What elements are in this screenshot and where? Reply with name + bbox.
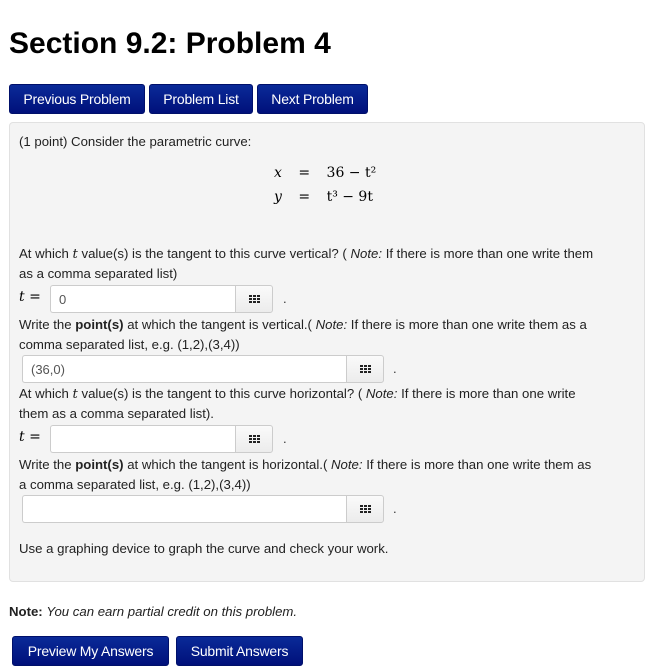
equation-y-lhs: y	[274, 189, 282, 205]
partial-credit-note: Note: You can earn partial credit on thi…	[9, 602, 297, 622]
period: .	[283, 431, 287, 446]
note-label: Note:	[365, 386, 398, 401]
question-3-text: At which t value(s) is the tangent to th…	[19, 384, 576, 405]
period: .	[393, 501, 397, 516]
answer-3-group	[50, 425, 273, 453]
equals-sign: =	[298, 165, 311, 181]
text: If there is more than one write them	[382, 246, 594, 261]
graphing-instruction: Use a graphing device to graph the curve…	[19, 541, 389, 556]
text: value(s) is the tangent to this curve ve…	[77, 246, 351, 261]
note-text: You can earn partial credit on this prob…	[46, 604, 298, 619]
text: at which the tangent is vertical.(	[123, 317, 316, 332]
text: At which	[19, 386, 73, 401]
problem-list-button[interactable]: Problem List	[149, 84, 253, 114]
question-3-text-line2: them as a comma separated list).	[19, 406, 214, 421]
text: If there is more than one write them as …	[347, 317, 587, 332]
note-label: Note:	[315, 317, 348, 332]
keypad-grid-icon	[248, 295, 260, 303]
equation-y-rhs: t³ − 9t	[326, 189, 373, 205]
keypad-grid-icon	[359, 505, 371, 513]
keypad-grid-icon	[359, 365, 371, 373]
question-1-text: At which t value(s) is the tangent to th…	[19, 244, 593, 265]
question-1-text-line2: as a comma separated list)	[19, 266, 178, 281]
text: At which	[19, 246, 73, 261]
text: value(s) is the tangent to this curve ho…	[77, 386, 366, 401]
page-title: Section 9.2: Problem 4	[9, 27, 331, 60]
equation-x-lhs: x	[274, 165, 282, 181]
keypad-grid-icon	[248, 435, 260, 443]
period: .	[283, 291, 287, 306]
t-equals-label: t =	[19, 429, 41, 445]
answer-1-group: 0	[50, 285, 273, 313]
bold-text: point(s)	[75, 317, 124, 332]
keypad-button[interactable]	[235, 285, 273, 313]
keypad-button[interactable]	[235, 425, 273, 453]
bold-text: point(s)	[75, 457, 124, 472]
keypad-button[interactable]	[346, 495, 384, 523]
note-label: Note:	[331, 457, 363, 472]
text: Write the	[19, 457, 76, 472]
text: Write the	[19, 317, 76, 332]
question-2-text-line2: comma separated list, e.g. (1,2),(3,4))	[19, 337, 240, 352]
equals-sign: =	[298, 189, 311, 205]
equation-y: y = t³ − 9t	[274, 189, 373, 205]
answer-1-input[interactable]: 0	[50, 285, 235, 313]
note-label: Note:	[9, 604, 43, 619]
answer-4-input[interactable]	[22, 495, 346, 523]
previous-problem-button[interactable]: Previous Problem	[9, 84, 145, 114]
t-equals-label: t =	[19, 289, 41, 305]
period: .	[393, 361, 397, 376]
question-4-text-line2: a comma separated list, e.g. (1,2),(3,4)…	[19, 477, 251, 492]
answer-3-input[interactable]	[50, 425, 235, 453]
next-problem-button[interactable]: Next Problem	[257, 84, 368, 114]
answer-2-group: (36,0)	[22, 355, 384, 383]
text: If there is more than one write	[397, 386, 576, 401]
equation-x-rhs: 36 − t²	[326, 165, 377, 181]
submit-answers-button[interactable]: Submit Answers	[176, 636, 303, 666]
note-label: Note:	[350, 246, 383, 261]
answer-2-input[interactable]: (36,0)	[22, 355, 346, 383]
answer-4-group	[22, 495, 384, 523]
preview-answers-button[interactable]: Preview My Answers	[12, 636, 169, 666]
question-2-text: Write the point(s) at which the tangent …	[19, 315, 587, 335]
keypad-button[interactable]	[346, 355, 384, 383]
equation-x: x = 36 − t²	[274, 165, 376, 181]
problem-intro: (1 point) Consider the parametric curve:	[19, 134, 252, 149]
text: at which the tangent is horizontal.(	[123, 457, 331, 472]
question-4-text: Write the point(s) at which the tangent …	[19, 455, 591, 475]
text: If there is more than one write them as	[362, 457, 592, 472]
